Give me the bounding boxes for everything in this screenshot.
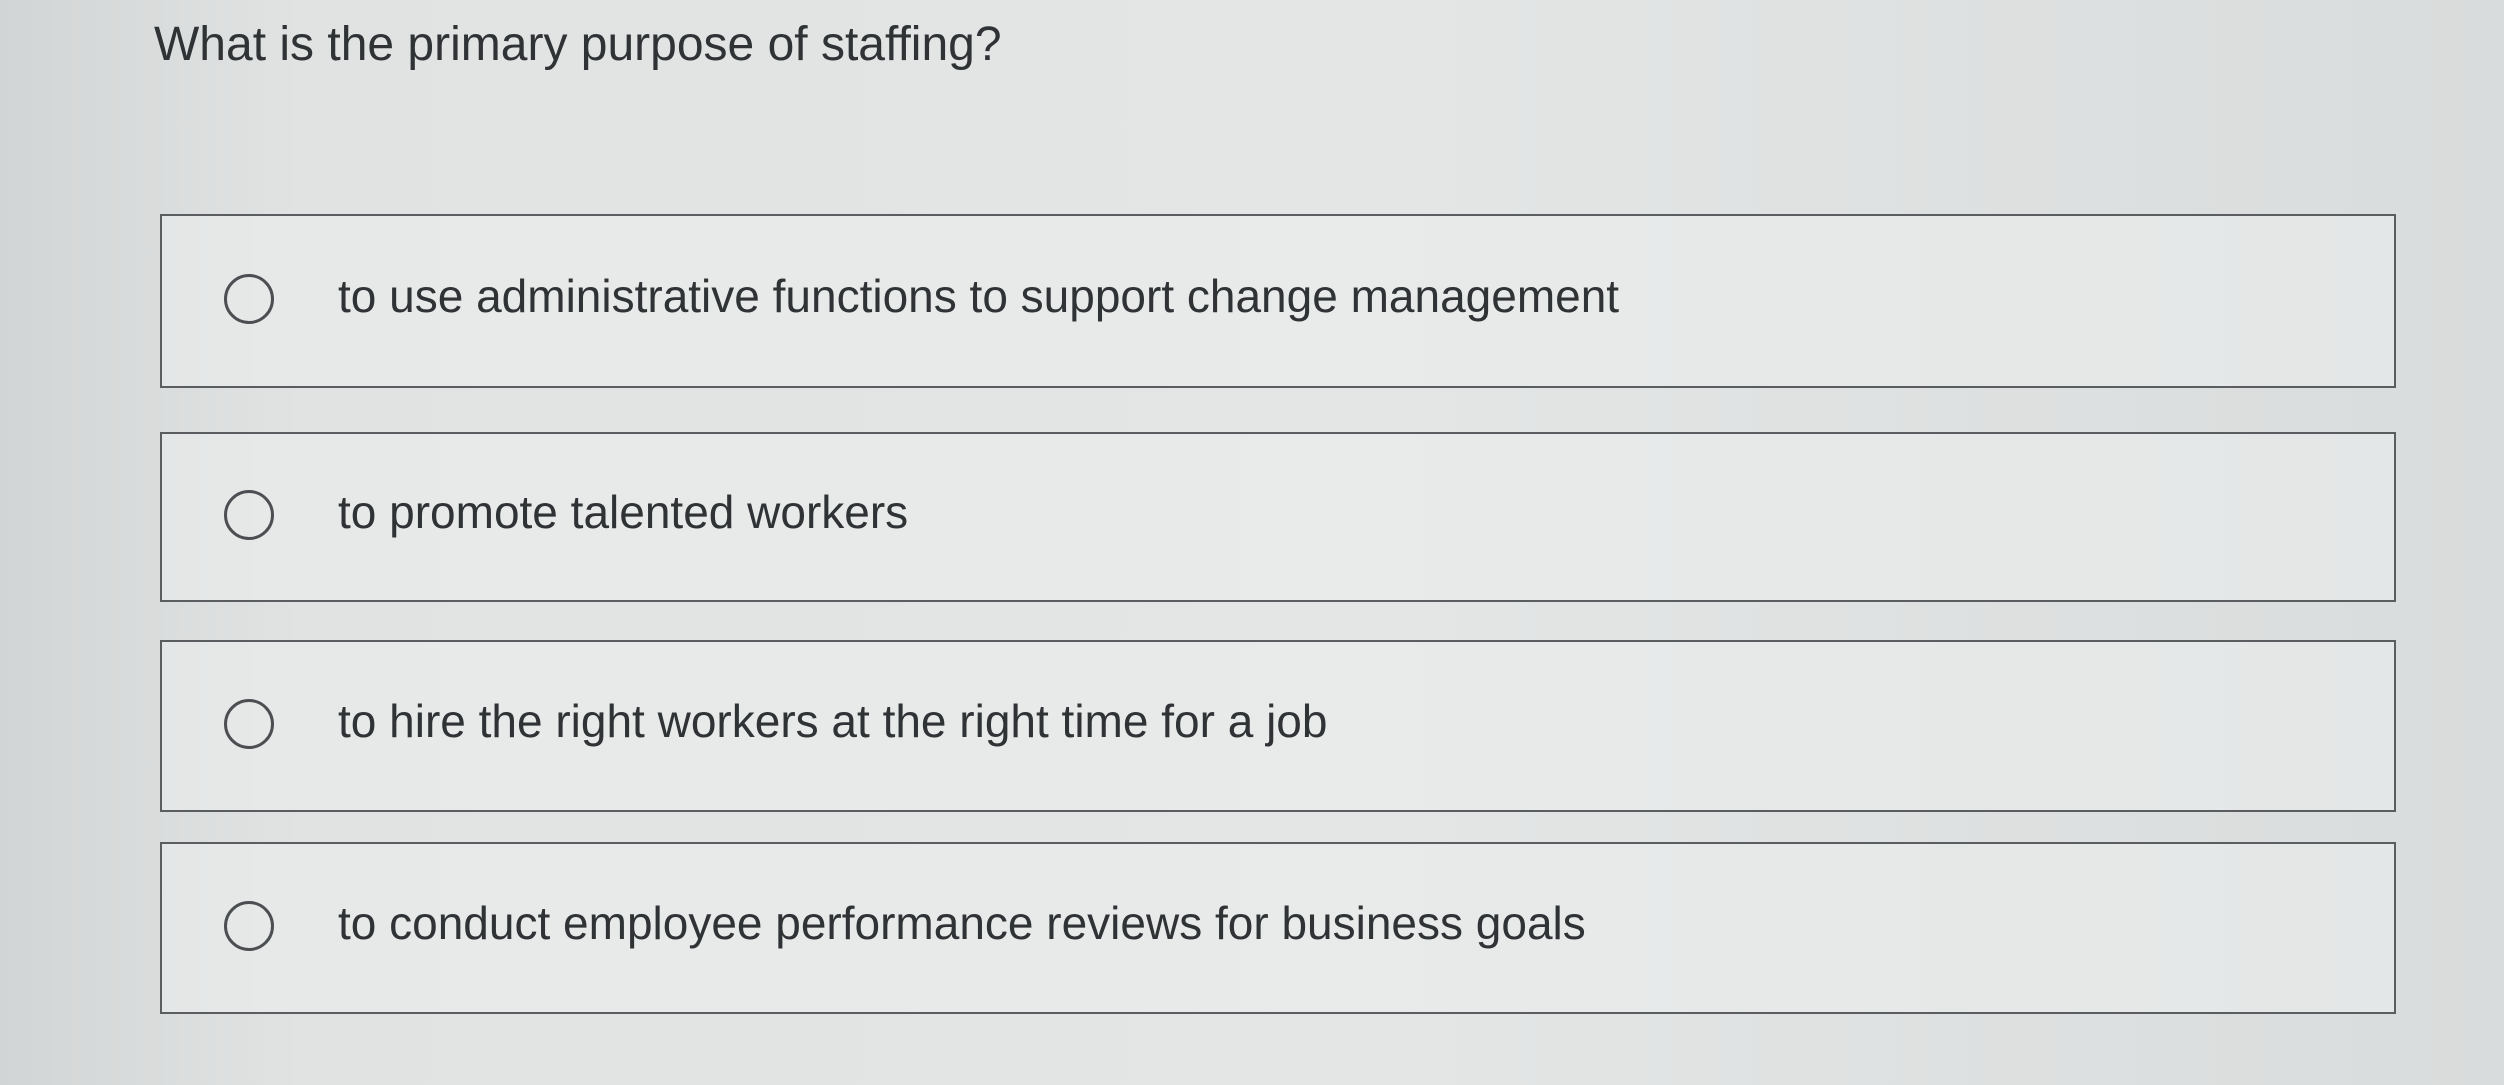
radio-button-icon[interactable] xyxy=(224,699,274,749)
answer-option-3[interactable]: to hire the right workers at the right t… xyxy=(160,640,2396,812)
answer-option-label: to hire the right workers at the right t… xyxy=(338,695,1328,748)
radio-button-icon[interactable] xyxy=(224,274,274,324)
answer-options: to use administrative functions to suppo… xyxy=(0,0,2504,1085)
radio-button-icon[interactable] xyxy=(224,490,274,540)
answer-option-2[interactable]: to promote talented workers xyxy=(160,432,2396,602)
answer-option-label: to use administrative functions to suppo… xyxy=(338,270,1620,323)
answer-option-label: to promote talented workers xyxy=(338,486,909,539)
answer-option-label: to conduct employee performance reviews … xyxy=(338,897,1586,950)
answer-option-4[interactable]: to conduct employee performance reviews … xyxy=(160,842,2396,1014)
answer-option-1[interactable]: to use administrative functions to suppo… xyxy=(160,214,2396,388)
radio-button-icon[interactable] xyxy=(224,901,274,951)
